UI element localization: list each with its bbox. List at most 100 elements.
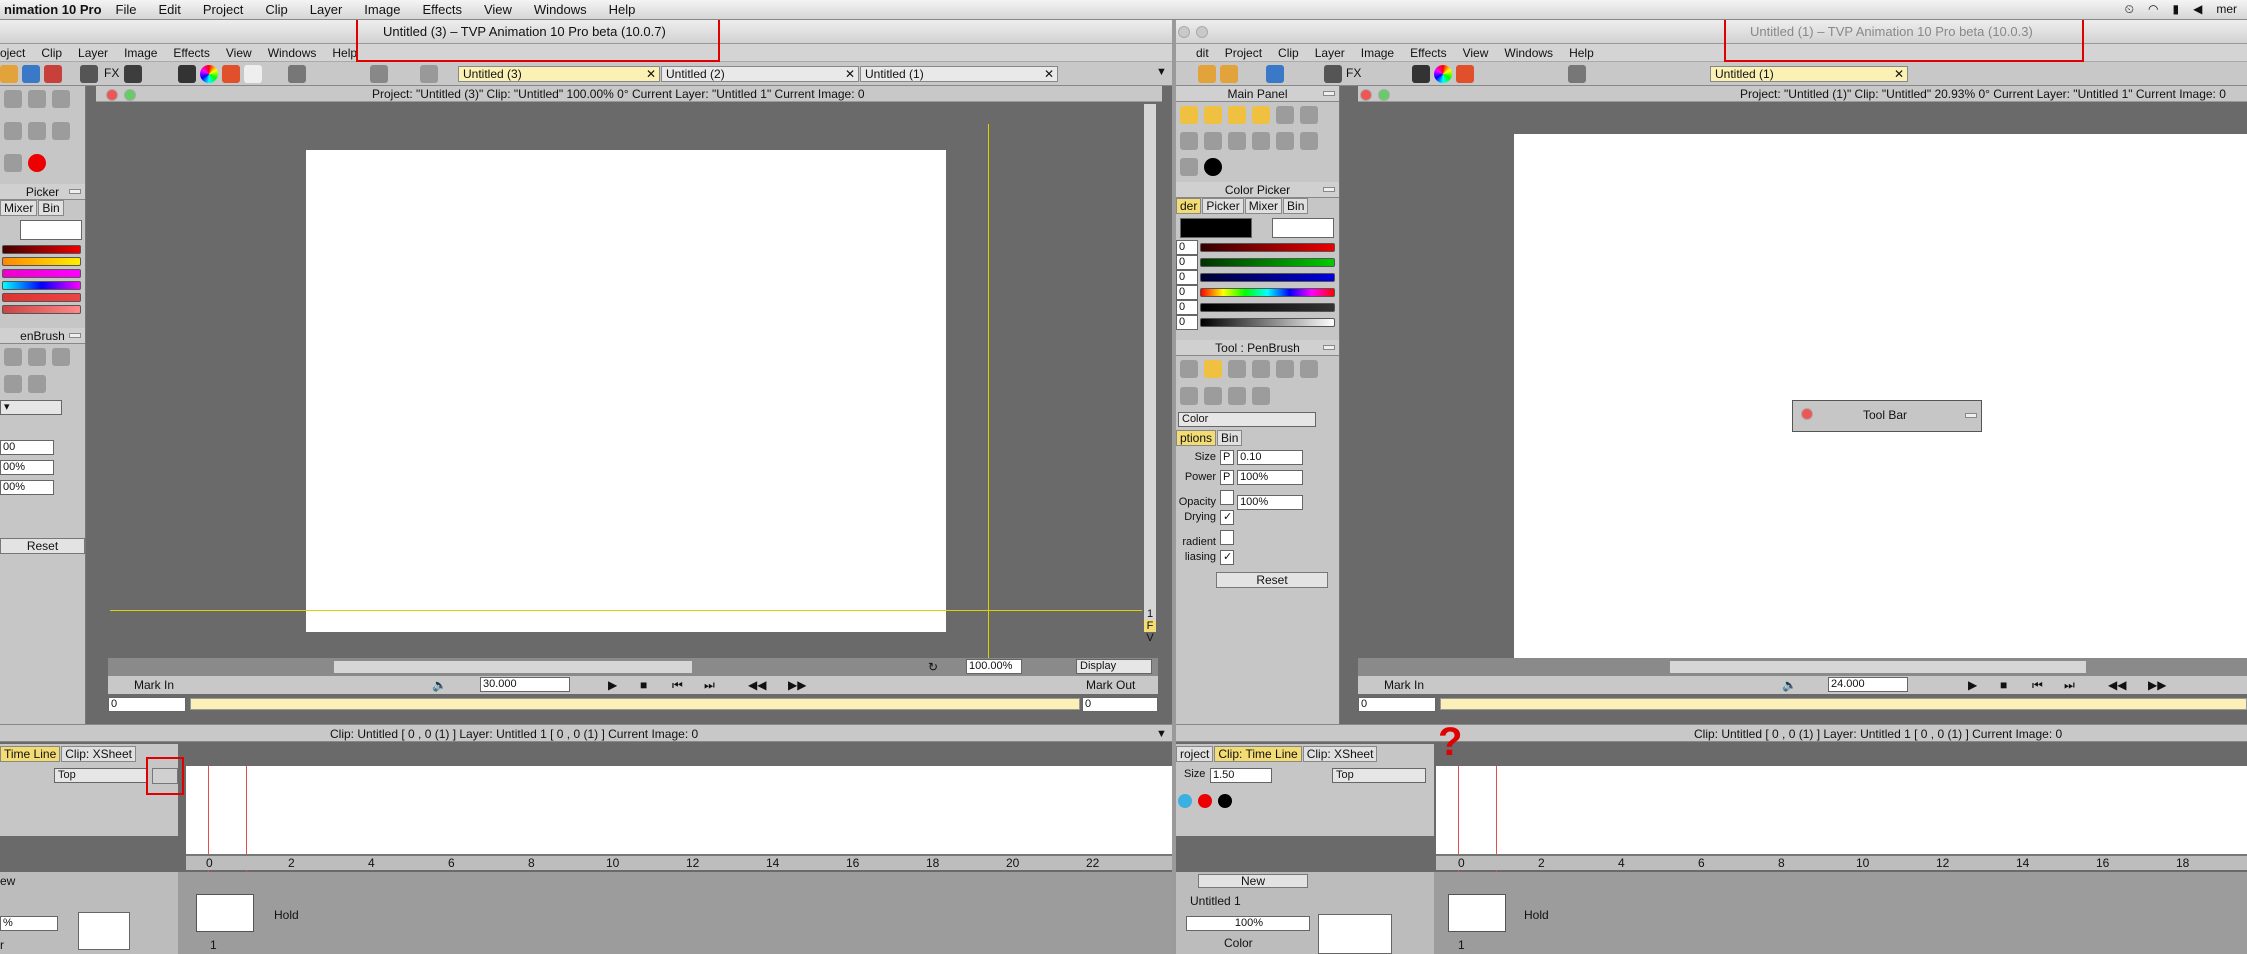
tab-xsheet[interactable]: Clip: XSheet	[61, 746, 136, 762]
rect-icon[interactable]	[1228, 106, 1246, 124]
frame-range-bar[interactable]	[190, 698, 1080, 710]
side-letter-f[interactable]: F	[1144, 620, 1156, 632]
menu-effects[interactable]: Effects	[1410, 46, 1446, 60]
palette-icon[interactable]	[1456, 65, 1474, 83]
airbrush-icon[interactable]	[1252, 360, 1270, 378]
saturation-slider[interactable]	[2, 293, 81, 302]
close-icon[interactable]: ✕	[845, 67, 855, 81]
volume-icon[interactable]: ◀	[2193, 2, 2202, 17]
lasso-icon[interactable]	[1180, 106, 1198, 124]
mark-in-field[interactable]: 0	[1358, 697, 1436, 712]
layers-icon[interactable]	[1412, 65, 1430, 83]
reset-button[interactable]: Reset	[1216, 572, 1328, 588]
select-icon[interactable]	[1180, 132, 1198, 150]
menu-help[interactable]: Help	[332, 46, 357, 60]
menu-windows[interactable]: Windows	[268, 46, 317, 60]
mark-out-label[interactable]: Mark Out	[1086, 676, 1135, 694]
green-slider[interactable]	[1200, 258, 1335, 267]
bg-color-swatch[interactable]	[1272, 218, 1334, 238]
undo-icon[interactable]	[22, 65, 40, 83]
timeline-track[interactable]	[1436, 766, 2247, 856]
opacity-field[interactable]: 100%	[1237, 495, 1304, 510]
layer-thumbnail[interactable]	[78, 912, 130, 950]
layer-opacity-field[interactable]: %	[0, 916, 58, 931]
tab-mixer[interactable]: Mixer	[1244, 198, 1283, 214]
close-toolbar-icon[interactable]	[1801, 408, 1813, 420]
frame-thumbnail[interactable]	[196, 894, 254, 932]
brush-tool-icon[interactable]	[80, 65, 98, 83]
tab-xsheet[interactable]: Clip: XSheet	[1302, 746, 1378, 762]
tool-dropdown[interactable]: ▾	[0, 400, 85, 416]
menu-windows[interactable]: Windows	[1504, 46, 1553, 60]
opacity-field[interactable]: 00%	[0, 480, 54, 495]
tab-bin[interactable]: Bin	[1217, 430, 1243, 446]
color-wheel-icon[interactable]	[200, 65, 218, 83]
color-mode-select[interactable]: Color	[1178, 412, 1316, 427]
app-name[interactable]: nimation 10 Pro	[4, 2, 102, 17]
color-dot-red[interactable]	[1198, 794, 1212, 808]
drying-checkbox[interactable]: ✓	[1220, 510, 1234, 525]
mark-in-label[interactable]: Mark In	[134, 676, 174, 694]
red-slider[interactable]	[1200, 243, 1335, 252]
tabs-dropdown-icon[interactable]: ▼	[1156, 66, 1167, 78]
zoom-icon[interactable]	[1228, 132, 1246, 150]
smudge-icon[interactable]	[1180, 387, 1198, 405]
ellipse-tool-icon[interactable]	[4, 90, 22, 108]
slider-value[interactable]: 0	[1176, 285, 1198, 300]
pen-tool-icon[interactable]	[52, 90, 70, 108]
menu-layer[interactable]: Layer	[1315, 46, 1345, 60]
tab-options[interactable]: ptions	[1176, 430, 1217, 446]
close-icon[interactable]: ✕	[646, 67, 656, 81]
pen-icon[interactable]	[1300, 106, 1318, 124]
menu-help[interactable]: Help	[609, 2, 636, 17]
airbrush-icon[interactable]	[52, 348, 70, 366]
top-select[interactable]: Top	[54, 768, 148, 783]
spectrum-slider[interactable]	[2, 281, 81, 290]
menu-clip[interactable]: Clip	[265, 2, 287, 17]
menu-image[interactable]: Image	[124, 46, 157, 60]
close-icon[interactable]: ✕	[1044, 67, 1054, 81]
square-icon[interactable]	[4, 154, 22, 172]
menu-clip[interactable]: Clip	[1278, 46, 1299, 60]
value-slider[interactable]	[1200, 318, 1335, 327]
color-dot-black[interactable]	[1218, 794, 1232, 808]
timeline-ruler[interactable]: 0 2 4 6 8 10 12 14 16 18 20 22	[186, 854, 1172, 870]
text-tool-icon[interactable]	[1228, 387, 1246, 405]
slider-value[interactable]: 0	[1176, 270, 1198, 285]
menu-project[interactable]: Project	[203, 2, 243, 17]
menu-layer[interactable]: Layer	[310, 2, 343, 17]
panel-grip-icon[interactable]	[69, 333, 81, 338]
layer-opacity-field[interactable]: 100%	[1186, 916, 1310, 931]
tab-untitled-2[interactable]: Untitled (2) ✕	[661, 66, 859, 82]
panel-grip-icon[interactable]	[1323, 91, 1335, 96]
pencil-icon[interactable]	[28, 348, 46, 366]
menu-view[interactable]: View	[1463, 46, 1489, 60]
layers-icon[interactable]	[178, 65, 196, 83]
menu-effects[interactable]: Effects	[173, 46, 209, 60]
frame-range-bar[interactable]	[1440, 698, 2247, 710]
black-color-icon[interactable]	[1204, 158, 1222, 176]
time-machine-icon[interactable]: ⏲	[2125, 2, 2134, 17]
reset-button[interactable]: Reset	[0, 538, 85, 554]
saturation-slider[interactable]	[1200, 303, 1335, 312]
light-icon[interactable]	[244, 65, 262, 83]
fps-field[interactable]: 24.000	[1828, 677, 1908, 692]
layer-thumbnail[interactable]	[1318, 914, 1392, 954]
panel-grip-icon[interactable]	[1965, 413, 1977, 418]
size-field[interactable]: 1.50	[1210, 768, 1272, 783]
shape-icon[interactable]	[1204, 106, 1222, 124]
zoom-icon[interactable]	[124, 65, 142, 83]
folder-icon[interactable]	[0, 65, 18, 83]
gradient-checkbox[interactable]	[1220, 530, 1234, 545]
tab-untitled-1[interactable]: Untitled (1) ✕	[860, 66, 1058, 82]
color-dot-blue[interactable]	[1178, 794, 1192, 808]
next-icon[interactable]: ▶▶	[2148, 676, 2166, 694]
value-slider[interactable]	[2, 305, 81, 314]
curve-icon[interactable]	[1276, 106, 1294, 124]
menu-project[interactable]: oject	[0, 46, 25, 60]
window-right-titlebar[interactable]: Untitled (1) – TVP Animation 10 Pro beta…	[1176, 20, 2247, 44]
layer-name[interactable]: Untitled 1	[1190, 894, 1241, 908]
text-tool-icon[interactable]	[4, 375, 22, 393]
menu-view[interactable]: View	[484, 2, 512, 17]
palette-icon[interactable]	[222, 65, 240, 83]
